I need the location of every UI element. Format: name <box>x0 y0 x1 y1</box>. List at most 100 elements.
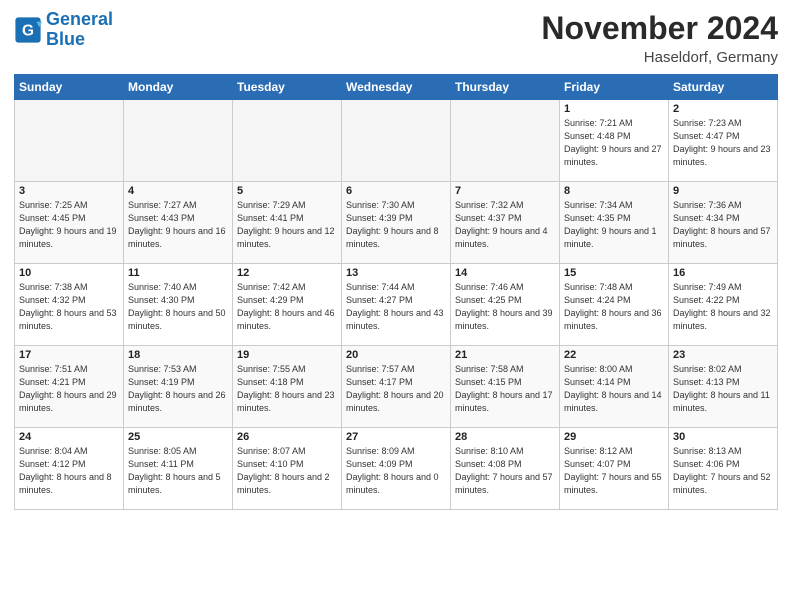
day-number: 28 <box>455 431 555 443</box>
day-number: 10 <box>19 267 119 279</box>
calendar-week-5: 24 Sunrise: 8:04 AMSunset: 4:12 PMDayligh… <box>15 428 778 510</box>
calendar-cell: 11 Sunrise: 7:40 AMSunset: 4:30 PMDayligh… <box>124 264 233 346</box>
day-number: 26 <box>237 431 337 443</box>
calendar-cell: 25 Sunrise: 8:05 AMSunset: 4:11 PMDayligh… <box>124 428 233 510</box>
day-info: Sunrise: 7:58 AMSunset: 4:15 PMDaylight:… <box>455 363 555 415</box>
day-number: 30 <box>673 431 773 443</box>
calendar-cell: 24 Sunrise: 8:04 AMSunset: 4:12 PMDayligh… <box>15 428 124 510</box>
day-number: 24 <box>19 431 119 443</box>
calendar-cell: 12 Sunrise: 7:42 AMSunset: 4:29 PMDayligh… <box>233 264 342 346</box>
calendar-cell: 6 Sunrise: 7:30 AMSunset: 4:39 PMDaylight… <box>342 182 451 264</box>
calendar-cell: 21 Sunrise: 7:58 AMSunset: 4:15 PMDayligh… <box>451 346 560 428</box>
day-number: 12 <box>237 267 337 279</box>
day-info: Sunrise: 7:42 AMSunset: 4:29 PMDaylight:… <box>237 281 337 333</box>
day-info: Sunrise: 7:23 AMSunset: 4:47 PMDaylight:… <box>673 117 773 169</box>
day-info: Sunrise: 7:44 AMSunset: 4:27 PMDaylight:… <box>346 281 446 333</box>
calendar-week-4: 17Sunrise: 7:51 AMSunset: 4:21 PMDayligh… <box>15 346 778 428</box>
logo-icon: G <box>14 16 42 44</box>
day-info: Sunrise: 7:27 AMSunset: 4:43 PMDaylight:… <box>128 199 228 251</box>
calendar-cell: 23 Sunrise: 8:02 AMSunset: 4:13 PMDayligh… <box>669 346 778 428</box>
day-info: Sunrise: 8:02 AMSunset: 4:13 PMDaylight:… <box>673 363 773 415</box>
day-number: 27 <box>346 431 446 443</box>
calendar-cell: 1 Sunrise: 7:21 AMSunset: 4:48 PMDaylight… <box>560 100 669 182</box>
calendar: Sunday Monday Tuesday Wednesday Thursday… <box>14 74 778 510</box>
col-friday: Friday <box>560 75 669 100</box>
day-info: Sunrise: 7:21 AMSunset: 4:48 PMDaylight:… <box>564 117 664 169</box>
calendar-cell: 9 Sunrise: 7:36 AMSunset: 4:34 PMDaylight… <box>669 182 778 264</box>
day-number: 20 <box>346 349 446 361</box>
day-info: Sunrise: 7:53 AMSunset: 4:19 PMDaylight:… <box>128 363 228 415</box>
calendar-cell: 30 Sunrise: 8:13 AMSunset: 4:06 PMDayligh… <box>669 428 778 510</box>
day-number: 3 <box>19 185 119 197</box>
day-number: 16 <box>673 267 773 279</box>
calendar-header-row: Sunday Monday Tuesday Wednesday Thursday… <box>15 75 778 100</box>
day-number: 5 <box>237 185 337 197</box>
calendar-cell: 8 Sunrise: 7:34 AMSunset: 4:35 PMDaylight… <box>560 182 669 264</box>
day-info: Sunrise: 8:05 AMSunset: 4:11 PMDaylight:… <box>128 445 228 497</box>
day-info: Sunrise: 7:36 AMSunset: 4:34 PMDaylight:… <box>673 199 773 251</box>
day-number: 17 <box>19 349 119 361</box>
day-number: 4 <box>128 185 228 197</box>
calendar-cell: 5Sunrise: 7:29 AMSunset: 4:41 PMDaylight… <box>233 182 342 264</box>
day-number: 1 <box>564 103 664 115</box>
calendar-cell <box>15 100 124 182</box>
day-number: 14 <box>455 267 555 279</box>
calendar-cell: 22 Sunrise: 8:00 AMSunset: 4:14 PMDayligh… <box>560 346 669 428</box>
day-number: 19 <box>237 349 337 361</box>
day-info: Sunrise: 7:55 AMSunset: 4:18 PMDaylight:… <box>237 363 337 415</box>
calendar-cell: 10 Sunrise: 7:38 AMSunset: 4:32 PMDayligh… <box>15 264 124 346</box>
calendar-cell: 29Sunrise: 8:12 AMSunset: 4:07 PMDayligh… <box>560 428 669 510</box>
calendar-cell: 19 Sunrise: 7:55 AMSunset: 4:18 PMDayligh… <box>233 346 342 428</box>
day-info: Sunrise: 7:40 AMSunset: 4:30 PMDaylight:… <box>128 281 228 333</box>
logo: G General Blue <box>14 10 113 50</box>
col-tuesday: Tuesday <box>233 75 342 100</box>
calendar-cell: 14 Sunrise: 7:46 AMSunset: 4:25 PMDayligh… <box>451 264 560 346</box>
header: G General Blue November 2024 Haseldorf, … <box>14 10 778 66</box>
calendar-cell: 7Sunrise: 7:32 AMSunset: 4:37 PMDaylight… <box>451 182 560 264</box>
day-info: Sunrise: 8:00 AMSunset: 4:14 PMDaylight:… <box>564 363 664 415</box>
calendar-cell: 20 Sunrise: 7:57 AMSunset: 4:17 PMDayligh… <box>342 346 451 428</box>
day-info: Sunrise: 7:38 AMSunset: 4:32 PMDaylight:… <box>19 281 119 333</box>
logo-blue: Blue <box>46 29 85 49</box>
day-number: 7 <box>455 185 555 197</box>
title-block: November 2024 Haseldorf, Germany <box>541 10 778 66</box>
col-wednesday: Wednesday <box>342 75 451 100</box>
calendar-cell: 16 Sunrise: 7:49 AMSunset: 4:22 PMDayligh… <box>669 264 778 346</box>
day-number: 18 <box>128 349 228 361</box>
day-number: 23 <box>673 349 773 361</box>
day-number: 15 <box>564 267 664 279</box>
svg-text:G: G <box>22 22 34 39</box>
day-info: Sunrise: 8:07 AMSunset: 4:10 PMDaylight:… <box>237 445 337 497</box>
day-info: Sunrise: 8:04 AMSunset: 4:12 PMDaylight:… <box>19 445 119 497</box>
col-monday: Monday <box>124 75 233 100</box>
logo-text: General Blue <box>46 10 113 50</box>
calendar-cell <box>451 100 560 182</box>
day-info: Sunrise: 7:49 AMSunset: 4:22 PMDaylight:… <box>673 281 773 333</box>
day-number: 13 <box>346 267 446 279</box>
day-number: 21 <box>455 349 555 361</box>
calendar-week-3: 10 Sunrise: 7:38 AMSunset: 4:32 PMDayligh… <box>15 264 778 346</box>
logo-general: General <box>46 9 113 29</box>
day-number: 8 <box>564 185 664 197</box>
day-info: Sunrise: 7:46 AMSunset: 4:25 PMDaylight:… <box>455 281 555 333</box>
calendar-cell <box>342 100 451 182</box>
day-number: 11 <box>128 267 228 279</box>
calendar-cell: 3Sunrise: 7:25 AMSunset: 4:45 PMDaylight… <box>15 182 124 264</box>
day-number: 25 <box>128 431 228 443</box>
calendar-cell: 4 Sunrise: 7:27 AMSunset: 4:43 PMDaylight… <box>124 182 233 264</box>
calendar-cell: 15Sunrise: 7:48 AMSunset: 4:24 PMDayligh… <box>560 264 669 346</box>
day-info: Sunrise: 7:34 AMSunset: 4:35 PMDaylight:… <box>564 199 664 251</box>
day-info: Sunrise: 7:57 AMSunset: 4:17 PMDaylight:… <box>346 363 446 415</box>
day-info: Sunrise: 8:10 AMSunset: 4:08 PMDaylight:… <box>455 445 555 497</box>
col-saturday: Saturday <box>669 75 778 100</box>
day-info: Sunrise: 7:30 AMSunset: 4:39 PMDaylight:… <box>346 199 446 251</box>
calendar-cell: 27Sunrise: 8:09 AMSunset: 4:09 PMDayligh… <box>342 428 451 510</box>
day-number: 9 <box>673 185 773 197</box>
page: G General Blue November 2024 Haseldorf, … <box>0 0 792 612</box>
day-number: 22 <box>564 349 664 361</box>
calendar-cell <box>124 100 233 182</box>
calendar-cell: 13 Sunrise: 7:44 AMSunset: 4:27 PMDayligh… <box>342 264 451 346</box>
day-number: 6 <box>346 185 446 197</box>
month-title: November 2024 <box>541 10 778 47</box>
day-info: Sunrise: 8:13 AMSunset: 4:06 PMDaylight:… <box>673 445 773 497</box>
